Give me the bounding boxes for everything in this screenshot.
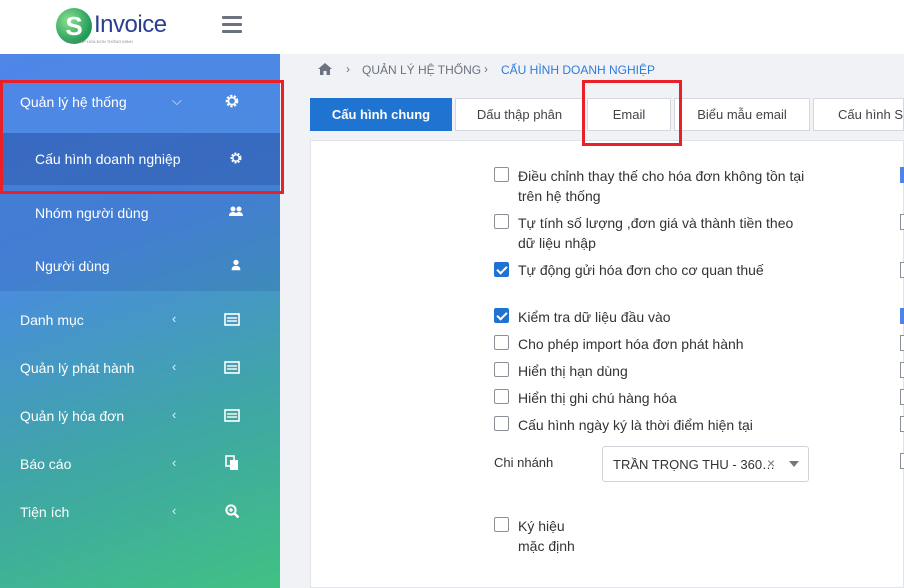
- sidebar-item-issuance[interactable]: Quản lý phát hành ‹: [0, 345, 280, 393]
- tab-decimal[interactable]: Dấu thập phân: [455, 98, 584, 131]
- sidebar-item-label: Quản lý hóa đơn: [20, 408, 125, 424]
- zoom-icon: [225, 504, 240, 519]
- checkbox-validate-input[interactable]: [494, 308, 509, 323]
- highlight-box-sidebar: [0, 80, 284, 194]
- logo-text: Invoice: [94, 11, 167, 38]
- sidebar-item-users[interactable]: Người dùng: [0, 243, 280, 291]
- users-icon: [229, 206, 243, 216]
- sidebar-item-label: Báo cáo: [20, 456, 72, 472]
- sidebar-item-user-groups[interactable]: Nhóm người dùng: [0, 190, 280, 238]
- label-sign-date-now: Cấu hình ngày ký là thời điểm hiện tại: [518, 417, 753, 433]
- label-show-expiry: Hiển thị hạn dùng: [518, 363, 628, 379]
- right-column-checkbox[interactable]: [900, 262, 904, 278]
- chevron-left-icon: ‹: [172, 311, 177, 326]
- checkbox-auto-calc[interactable]: [494, 214, 509, 229]
- sidebar-item-label: Tiện ích: [20, 504, 70, 520]
- label-auto-send-tax: Tự động gửi hóa đơn cho cơ quan thuế: [518, 262, 764, 278]
- branch-label: Chi nhánh: [494, 455, 554, 470]
- right-column-checkbox[interactable]: [900, 389, 904, 405]
- user-icon: [231, 259, 241, 271]
- sidebar-item-label: Người dùng: [35, 258, 110, 274]
- label-auto-calc: Tự tính số lượng ,đơn giá và thành tiền …: [518, 215, 794, 231]
- sidebar-item-invoices[interactable]: Quản lý hóa đơn ‹: [0, 393, 280, 441]
- checkbox-auto-send-tax[interactable]: [494, 262, 509, 277]
- sinvoice-logo[interactable]: S Invoice GIẢI PHÁP HÓA ĐƠN THÔNG MINH: [56, 6, 186, 48]
- label-show-goods-note: Hiển thị ghi chú hàng hóa: [518, 390, 677, 406]
- list-icon: [224, 361, 240, 374]
- logo-tagline: GIẢI PHÁP HÓA ĐƠN THÔNG MINH: [66, 39, 133, 44]
- highlight-box-email-tab: [582, 80, 682, 146]
- label-adjust-replace-line2: trên hệ thống: [518, 188, 601, 204]
- right-column-checkbox[interactable]: [900, 416, 904, 432]
- breadcrumb-item[interactable]: QUẢN LÝ HỆ THỐNG: [362, 63, 481, 77]
- checkbox-sign-date-now[interactable]: [494, 416, 509, 431]
- checkbox-show-expiry[interactable]: [494, 362, 509, 377]
- sidebar-item-reports[interactable]: Báo cáo ‹: [0, 441, 280, 489]
- tab-sms-config[interactable]: Cấu hình SMS: [813, 98, 904, 131]
- right-column-checkbox[interactable]: [900, 214, 904, 230]
- right-column-toggle[interactable]: [900, 167, 904, 183]
- checkbox-allow-import[interactable]: [494, 335, 509, 350]
- caret-down-icon[interactable]: [789, 461, 799, 467]
- breadcrumb-separator: ›: [484, 62, 488, 76]
- label-allow-import: Cho phép import hóa đơn phát hành: [518, 336, 744, 352]
- branch-select-value: TRẦN TRỌNG THU - 360…: [613, 457, 776, 472]
- chevron-left-icon: ‹: [172, 407, 177, 422]
- top-bar: S Invoice GIẢI PHÁP HÓA ĐƠN THÔNG MINH: [0, 0, 904, 54]
- list-icon: [224, 409, 240, 422]
- breadcrumb-separator: ›: [346, 62, 350, 76]
- right-column-checkbox[interactable]: [900, 362, 904, 378]
- label-default-symbol: Ký hiệu: [518, 518, 565, 534]
- clear-icon[interactable]: ×: [767, 455, 775, 471]
- menu-toggle-icon[interactable]: [222, 16, 242, 34]
- checkbox-adjust-replace[interactable]: [494, 167, 509, 182]
- label-validate-input: Kiểm tra dữ liệu đầu vào: [518, 309, 671, 325]
- sidebar-item-label: Nhóm người dùng: [35, 205, 149, 221]
- right-column-checkbox[interactable]: [900, 335, 904, 351]
- right-column-checkbox[interactable]: [900, 453, 904, 469]
- chevron-left-icon: ‹: [172, 359, 177, 374]
- right-column-toggle[interactable]: [900, 308, 904, 324]
- tab-email-template[interactable]: Biểu mẫu email: [674, 98, 810, 131]
- tab-general-config[interactable]: Cấu hình chung: [310, 98, 452, 131]
- label-adjust-replace: Điều chỉnh thay thế cho hóa đơn không tồ…: [518, 168, 805, 184]
- list-icon: [224, 313, 240, 326]
- checkbox-default-symbol[interactable]: [494, 517, 509, 532]
- home-icon[interactable]: [318, 63, 332, 75]
- sidebar-item-utilities[interactable]: Tiện ích ‹: [0, 489, 280, 537]
- checkbox-show-goods-note[interactable]: [494, 389, 509, 404]
- chevron-left-icon: ‹: [172, 455, 177, 470]
- chevron-left-icon: ‹: [172, 503, 177, 518]
- label-auto-calc-line2: dữ liệu nhập: [518, 235, 596, 251]
- sidebar-item-label: Quản lý phát hành: [20, 360, 135, 376]
- label-default-symbol-line2: mặc định: [518, 538, 575, 554]
- sidebar-item-label: Danh mục: [20, 312, 84, 328]
- breadcrumb-current: CẤU HÌNH DOANH NGHIỆP: [501, 63, 656, 77]
- sidebar-item-categories[interactable]: Danh mục ‹: [0, 297, 280, 345]
- branch-select[interactable]: TRẦN TRỌNG THU - 360… ×: [602, 446, 809, 482]
- copy-icon: [225, 455, 238, 470]
